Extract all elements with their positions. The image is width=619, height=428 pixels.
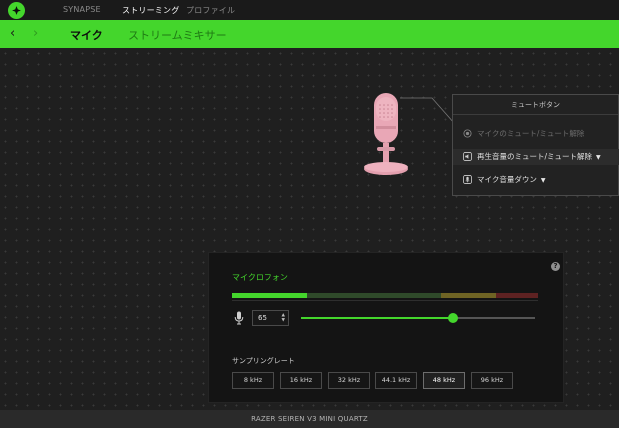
sample-rate-96khz[interactable]: 96 kHz	[471, 372, 513, 389]
option-mic-mute[interactable]: マイクのミュート/ミュート解除	[463, 126, 613, 142]
stepper-arrows-icon[interactable]: ▲ ▼	[282, 313, 285, 323]
dropdown-caret-icon[interactable]: ▼	[541, 173, 546, 189]
option-label: 再生音量のミュート/ミュート解除	[477, 152, 593, 161]
volume-stepper[interactable]: 65 ▲ ▼	[252, 310, 289, 326]
radio-icon	[463, 128, 472, 138]
sample-rate-8khz[interactable]: 8 kHz	[232, 372, 274, 389]
volume-value: 65	[258, 314, 267, 322]
volume-slider-knob[interactable]	[448, 313, 459, 323]
dropdown-caret-icon[interactable]: ▼	[596, 150, 601, 166]
microphone-icon	[234, 311, 244, 325]
option-label: マイクのミュート/ミュート解除	[477, 129, 585, 138]
tab-stream-mixer[interactable]: ストリームミキサー	[128, 27, 227, 43]
help-icon[interactable]: ?	[551, 262, 560, 271]
option-mic-volume-down[interactable]: マイク音量ダウン ▼	[463, 172, 613, 188]
level-active-segment	[232, 293, 307, 298]
sample-rate-label: サンプリングレート	[232, 357, 295, 365]
speaker-icon	[463, 151, 472, 161]
sample-rate-44-1khz[interactable]: 44.1 kHz	[375, 372, 417, 389]
tab-profile[interactable]: プロファイル	[186, 5, 235, 16]
tab-streaming[interactable]: ストリーミング	[122, 5, 179, 16]
level-red-segment	[496, 293, 538, 298]
microphone-panel: ? マイクロフォン 65 ▲ ▼ サンプリングレート 8 kHz 16 kHz 3…	[208, 252, 564, 403]
option-playback-mute[interactable]: 再生音量のミュート/ミュート解除 ▼	[453, 149, 619, 165]
tab-mic[interactable]: マイク	[70, 27, 103, 43]
volume-slider-fill	[301, 317, 454, 319]
sub-navigation: ‹ › マイク ストリームミキサー	[0, 20, 619, 48]
tab-synapse[interactable]: SYNAPSE	[63, 5, 101, 14]
sample-rate-32khz[interactable]: 32 kHz	[328, 372, 370, 389]
mute-button-panel: ミュートボタン マイクのミュート/ミュート解除 再生音量のミュート/ミュート解除…	[452, 94, 619, 196]
input-level-meter	[232, 293, 538, 298]
microphone-title: マイクロフォン	[232, 273, 288, 282]
sample-rate-16khz[interactable]: 16 kHz	[280, 372, 322, 389]
back-arrow-icon[interactable]: ‹	[10, 26, 15, 41]
option-label: マイク音量ダウン	[477, 175, 537, 184]
level-meter-baseline	[232, 300, 538, 301]
razer-logo-icon[interactable]	[8, 2, 25, 19]
sample-rate-48khz[interactable]: 48 kHz	[423, 372, 465, 389]
volume-slider[interactable]	[301, 313, 535, 323]
mute-panel-title: ミュートボタン	[453, 95, 618, 115]
top-bar: SYNAPSE ストリーミング プロファイル	[0, 0, 619, 20]
mic-volume-icon	[463, 174, 472, 184]
device-name-bar: RAZER SEIREN V3 MINI QUARTZ	[0, 410, 619, 428]
level-green-segment	[307, 293, 441, 298]
forward-arrow-icon[interactable]: ›	[33, 26, 38, 41]
level-yellow-segment	[441, 293, 496, 298]
